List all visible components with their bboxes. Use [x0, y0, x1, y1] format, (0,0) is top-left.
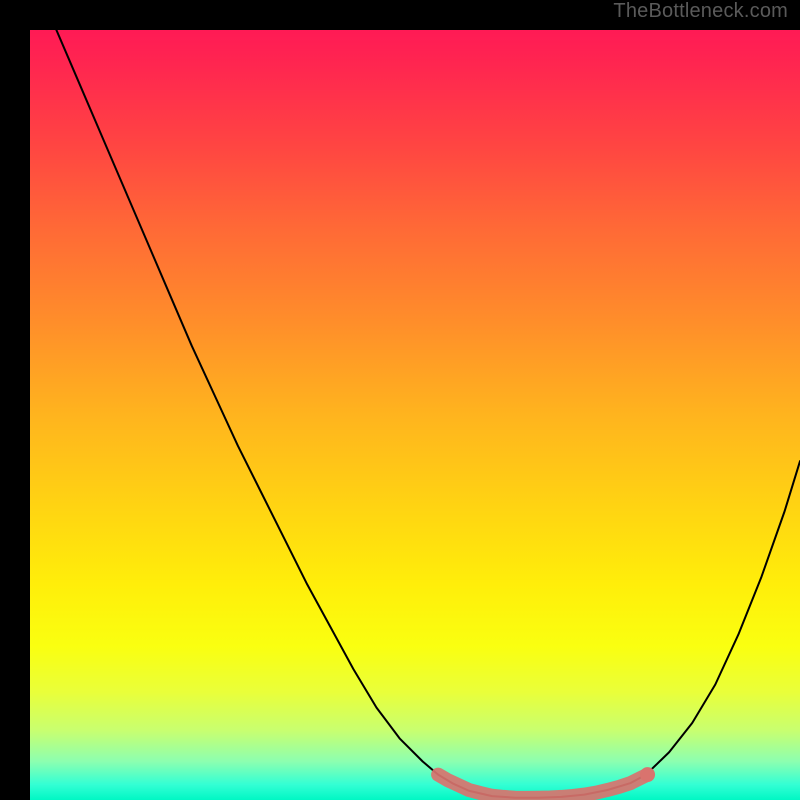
plot-area: [30, 30, 800, 800]
bottleneck-curve: [30, 30, 800, 798]
curve-markers: [438, 775, 647, 798]
bottleneck-curve-svg: [30, 30, 800, 800]
chart-frame: [15, 15, 785, 785]
credit-watermark: TheBottleneck.com: [613, 0, 788, 23]
marker-band: [438, 775, 647, 798]
highlight-marker: [640, 767, 655, 782]
